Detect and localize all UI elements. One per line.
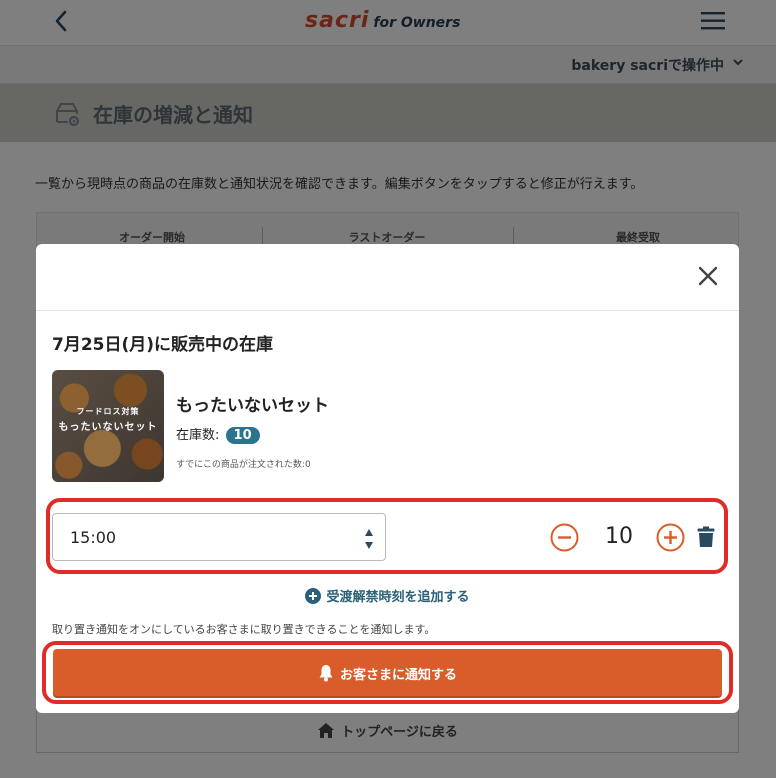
close-icon [698, 266, 718, 286]
decrease-quantity-button[interactable] [550, 523, 579, 552]
modal-header [36, 244, 739, 311]
stock-label: 在庫数: [176, 428, 220, 443]
add-pickup-time-link[interactable]: 受渡解禁時刻を追加する [36, 586, 739, 605]
product-image-caption: フードロス対策 [76, 407, 140, 416]
delete-time-button[interactable] [697, 526, 715, 548]
plus-circle-icon [656, 523, 685, 552]
notify-description: 取り置き通知をオンにしているお客さまに取り置きできることを通知します。 [52, 623, 436, 636]
sale-date-title: 7月25日(月)に販売中の在庫 [52, 335, 274, 355]
product-image-title: もったいないセット [58, 422, 158, 433]
minus-circle-icon [550, 523, 579, 552]
add-pickup-time-label: 受渡解禁時刻を追加する [326, 590, 470, 605]
ordered-count: すでにこの商品が注文された数:0 [176, 460, 311, 470]
close-button[interactable] [696, 264, 720, 288]
plus-filled-icon [305, 588, 322, 604]
pickup-time-select[interactable]: 15:00 [52, 513, 386, 561]
quantity-value: 10 [605, 524, 633, 549]
product-image: フードロス対策 もったいないセット [52, 370, 164, 482]
pickup-time-value: 15:00 [70, 528, 117, 547]
notify-customers-button[interactable]: お客さまに通知する [53, 649, 722, 696]
select-arrows-icon [365, 529, 373, 549]
bell-icon [319, 665, 333, 682]
product-name: もったいないセット [176, 396, 329, 416]
stock-badge: 10 [225, 427, 260, 444]
trash-icon [697, 526, 715, 547]
increase-quantity-button[interactable] [656, 523, 685, 552]
stock-count: 在庫数: 10 [176, 424, 260, 444]
notify-button-label: お客さまに通知する [339, 668, 457, 683]
stock-modal: 7月25日(月)に販売中の在庫 フードロス対策 もったいないセット もったいない… [36, 244, 739, 713]
